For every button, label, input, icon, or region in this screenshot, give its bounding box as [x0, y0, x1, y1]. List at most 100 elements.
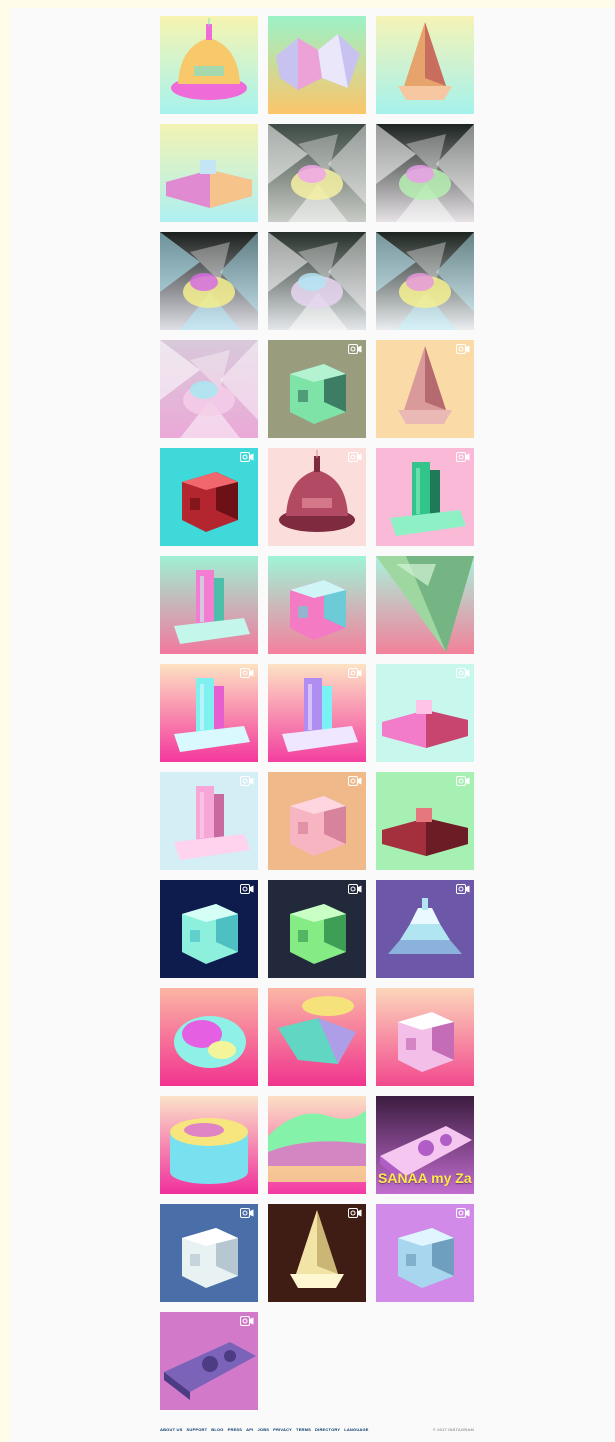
post-thumbnail[interactable]: [268, 880, 366, 978]
post-image: [268, 124, 366, 222]
post-thumbnail[interactable]: [160, 340, 258, 438]
post-thumbnail[interactable]: [160, 1096, 258, 1194]
post-image: [160, 448, 258, 546]
video-camera-icon: [456, 344, 470, 354]
post-thumbnail[interactable]: [376, 556, 474, 654]
post-thumbnail[interactable]: [376, 1204, 474, 1302]
post-image: [160, 772, 258, 870]
video-camera-icon: [240, 668, 254, 678]
post-thumbnail[interactable]: [160, 124, 258, 222]
footer-link-jobs[interactable]: JOBS: [257, 1427, 269, 1432]
post-thumbnail[interactable]: [376, 664, 474, 762]
video-camera-icon: [348, 344, 362, 354]
video-camera-icon: [240, 776, 254, 786]
post-thumbnail[interactable]: [160, 772, 258, 870]
post-image: [268, 556, 366, 654]
post-thumbnail[interactable]: [160, 556, 258, 654]
footer-link-language[interactable]: LANGUAGE: [344, 1427, 369, 1432]
post-thumbnail[interactable]: [268, 772, 366, 870]
post-image: [268, 664, 366, 762]
post-image: [268, 448, 366, 546]
video-camera-icon: [456, 668, 470, 678]
post-thumbnail[interactable]: [160, 880, 258, 978]
post-thumbnail[interactable]: [268, 1096, 366, 1194]
video-camera-icon: [456, 776, 470, 786]
post-thumbnail[interactable]: [376, 124, 474, 222]
post-thumbnail[interactable]: [160, 448, 258, 546]
copyright-text: © 2017 INSTAGRAM: [432, 1427, 474, 1432]
post-image: [268, 880, 366, 978]
post-caption-overlay: SANAA my Za: [378, 1170, 472, 1186]
post-image: [268, 1096, 366, 1194]
post-image: [376, 880, 474, 978]
footer-link-press[interactable]: PRESS: [228, 1427, 243, 1432]
video-camera-icon: [240, 1316, 254, 1326]
post-image: [268, 772, 366, 870]
post-thumbnail[interactable]: [268, 988, 366, 1086]
post-image: [376, 556, 474, 654]
post-thumbnail[interactable]: [160, 1204, 258, 1302]
post-thumbnail[interactable]: [376, 340, 474, 438]
footer-link-terms[interactable]: TERMS: [296, 1427, 311, 1432]
post-thumbnail[interactable]: [160, 988, 258, 1086]
post-image: [268, 232, 366, 330]
post-image: [160, 880, 258, 978]
post-image: [376, 772, 474, 870]
video-camera-icon: [348, 668, 362, 678]
post-thumbnail[interactable]: [376, 880, 474, 978]
left-edge: [0, 0, 10, 1442]
post-thumbnail[interactable]: [376, 988, 474, 1086]
post-image: [376, 340, 474, 438]
footer-link-about-us[interactable]: ABOUT US: [160, 1427, 183, 1432]
footer-link-support[interactable]: SUPPORT: [187, 1427, 208, 1432]
post-thumbnail[interactable]: [376, 448, 474, 546]
post-thumbnail[interactable]: [268, 16, 366, 114]
post-image: [376, 988, 474, 1086]
post-image: [160, 124, 258, 222]
video-camera-icon: [348, 776, 362, 786]
footer-link-blog[interactable]: BLOG: [211, 1427, 223, 1432]
post-thumbnail[interactable]: [268, 124, 366, 222]
video-camera-icon: [240, 452, 254, 462]
video-camera-icon: [456, 452, 470, 462]
post-thumbnail[interactable]: [268, 664, 366, 762]
post-grid: SANAA my Za: [160, 16, 474, 1410]
post-image: [376, 664, 474, 762]
post-image: [376, 16, 474, 114]
post-image: [160, 1096, 258, 1194]
post-thumbnail[interactable]: [160, 232, 258, 330]
post-image: [160, 16, 258, 114]
post-image: [376, 1204, 474, 1302]
video-camera-icon: [240, 1208, 254, 1218]
post-thumbnail[interactable]: [268, 448, 366, 546]
post-thumbnail[interactable]: [268, 556, 366, 654]
post-thumbnail[interactable]: [160, 664, 258, 762]
video-camera-icon: [240, 884, 254, 894]
post-thumbnail[interactable]: [376, 772, 474, 870]
footer-nav: ABOUT US SUPPORT BLOG PRESS API JOBS PRIVACY TE…: [160, 1427, 369, 1432]
video-camera-icon: [348, 452, 362, 462]
post-thumbnail[interactable]: [268, 1204, 366, 1302]
post-image: [268, 1204, 366, 1302]
post-thumbnail[interactable]: [268, 340, 366, 438]
post-thumbnail[interactable]: [376, 232, 474, 330]
post-image: [160, 232, 258, 330]
video-camera-icon: [456, 884, 470, 894]
footer-link-api[interactable]: API: [246, 1427, 253, 1432]
post-image: [160, 1312, 258, 1410]
post-thumbnail[interactable]: [376, 16, 474, 114]
footer-link-privacy[interactable]: PRIVACY: [273, 1427, 292, 1432]
post-thumbnail[interactable]: [160, 16, 258, 114]
video-camera-icon: [348, 884, 362, 894]
post-image: [376, 124, 474, 222]
post-thumbnail[interactable]: [160, 1312, 258, 1410]
post-image: [160, 988, 258, 1086]
post-image: [268, 16, 366, 114]
post-thumbnail[interactable]: [268, 232, 366, 330]
post-image: [268, 340, 366, 438]
post-image: [160, 340, 258, 438]
footer-link-directory[interactable]: DIRECTORY: [315, 1427, 340, 1432]
post-image: [376, 232, 474, 330]
post-thumbnail[interactable]: SANAA my Za: [376, 1096, 474, 1194]
post-image: [376, 448, 474, 546]
